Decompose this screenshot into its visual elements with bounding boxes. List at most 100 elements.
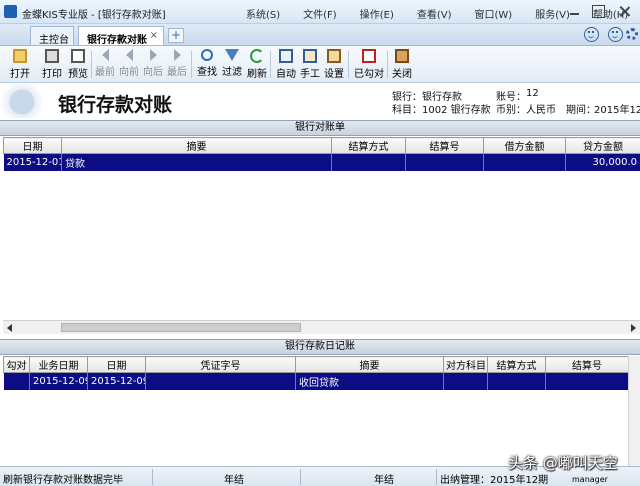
status-period: 出纳管理：2015年12期 — [440, 475, 549, 486]
settings-icon — [327, 49, 341, 63]
settings-button[interactable]: 设置 — [322, 48, 346, 81]
bank-journal-vertical-scrollbar[interactable] — [628, 356, 640, 466]
table-cell[interactable]: 2015-12-01 — [3, 153, 62, 171]
table-cell[interactable] — [3, 372, 30, 390]
preview-button[interactable]: 预览 — [66, 48, 90, 81]
tab-console[interactable]: 主控台 — [30, 26, 74, 46]
table-row[interactable]: 2015-12-01 贷款 30,000.0 — [3, 153, 640, 171]
table-cell[interactable] — [545, 372, 629, 390]
exit-door-icon — [395, 49, 409, 63]
toolbar: 打开 打印 预览 最前 向前 向后 最后 查找 过滤 刷新 自动 手工 设置 已… — [0, 46, 640, 83]
column-header[interactable]: 日期 — [87, 356, 146, 373]
column-header[interactable]: 摘要 — [295, 356, 444, 373]
close-button[interactable]: 关闭 — [390, 48, 414, 81]
column-header[interactable]: 结算方式 — [331, 137, 406, 154]
column-header[interactable]: 业务日期 — [29, 356, 88, 373]
first-icon — [101, 49, 109, 61]
gear-icon[interactable] — [626, 28, 638, 40]
page-title: 银行存款对账 — [58, 94, 173, 116]
manual-button[interactable]: 手工 — [298, 48, 322, 81]
currency-value: 人民币 — [526, 105, 556, 116]
table-cell[interactable] — [145, 372, 296, 390]
column-header[interactable]: 凭证字号 — [145, 356, 296, 373]
bank-statement-panel-title: 银行对账单 — [0, 120, 640, 136]
open-button[interactable]: 打开 — [6, 48, 34, 81]
subject-label: 科目： — [392, 105, 422, 116]
maximize-icon[interactable] — [592, 5, 605, 18]
checked-list-icon — [362, 49, 376, 63]
table-cell[interactable] — [331, 153, 406, 171]
column-header[interactable]: 结算号 — [405, 137, 484, 154]
status-divider — [300, 469, 301, 485]
toolbar-divider — [348, 51, 349, 78]
currency-label: 币别： — [496, 105, 526, 116]
scroll-right-icon[interactable] — [631, 324, 636, 332]
menu-view[interactable]: 查看(V) — [417, 6, 452, 21]
find-button[interactable]: 查找 — [195, 48, 219, 81]
period-label: 期间： — [566, 105, 596, 116]
preview-icon — [71, 49, 85, 63]
watermark: 头条 @嘟叫天空 — [508, 454, 618, 472]
table-cell[interactable] — [443, 372, 488, 390]
table-cell[interactable]: 30,000.0 — [565, 153, 640, 171]
tab-close-icon[interactable]: × — [150, 30, 158, 41]
close-icon[interactable] — [618, 5, 631, 18]
bank-statement-table: 日期 摘要 结算方式 结算号 借方金额 贷方金额 2015-12-01 贷款 3… — [3, 137, 640, 171]
status-year-end-2: 年结 — [374, 475, 394, 486]
table-cell[interactable]: 收回贷款 — [295, 372, 444, 390]
app-logo-icon — [4, 5, 17, 18]
table-cell[interactable]: 2015-12-09 — [29, 372, 88, 390]
bank-journal-panel-title: 银行存款日记账 — [0, 339, 640, 355]
status-year-end-1: 年结 — [224, 475, 244, 486]
scroll-left-icon[interactable] — [7, 324, 12, 332]
table-cell[interactable] — [487, 372, 546, 390]
tab-bar: 主控台 银行存款对账 × + — [0, 24, 640, 46]
status-user: manager — [572, 475, 608, 484]
table-cell[interactable] — [483, 153, 566, 171]
subject-value: 1002 银行存款 — [422, 105, 491, 116]
column-header[interactable]: 摘要 — [61, 137, 332, 154]
menu-operation[interactable]: 操作(E) — [360, 6, 394, 21]
menu-window[interactable]: 窗口(W) — [475, 6, 513, 21]
column-header[interactable]: 结算方式 — [487, 356, 546, 373]
next-button[interactable]: 向后 — [141, 48, 165, 81]
table-row[interactable]: 2015-12-09 2015-12-09 收回贷款 — [3, 372, 629, 390]
column-header[interactable]: 对方科目 — [443, 356, 488, 373]
bank-journal-table: 勾对 业务日期 日期 凭证字号 摘要 对方科目 结算方式 结算号 2015-12… — [3, 356, 629, 390]
column-header[interactable]: 借方金额 — [483, 137, 566, 154]
column-header[interactable]: 结算号 — [545, 356, 629, 373]
menu-service[interactable]: 服务(V) — [535, 6, 570, 21]
first-button[interactable]: 最前 — [93, 48, 117, 81]
print-button[interactable]: 打印 — [38, 48, 66, 81]
smiley-icon[interactable] — [608, 27, 623, 42]
window-title: 金蝶KIS专业版 - [银行存款对账] — [22, 10, 166, 21]
tab-bank-reconciliation[interactable]: 银行存款对账 × — [78, 26, 164, 46]
toolbar-divider — [191, 51, 192, 78]
auto-reconcile-icon — [279, 49, 293, 63]
previous-button[interactable]: 向前 — [117, 48, 141, 81]
minimize-icon[interactable] — [568, 5, 581, 18]
column-header[interactable]: 日期 — [3, 137, 62, 154]
column-header[interactable]: 贷方金额 — [565, 137, 640, 154]
table-cell[interactable]: 贷款 — [61, 153, 332, 171]
last-button[interactable]: 最后 — [165, 48, 189, 81]
table-cell[interactable] — [405, 153, 484, 171]
account-number-value: 12 — [526, 88, 539, 99]
auto-button[interactable]: 自动 — [274, 48, 298, 81]
bank-statement-horizontal-scrollbar[interactable] — [3, 320, 640, 334]
refresh-icon — [250, 49, 264, 63]
toolbar-divider — [387, 51, 388, 78]
checked-items-button[interactable]: 已勾对 — [352, 48, 386, 81]
filter-button[interactable]: 过滤 — [220, 48, 244, 81]
refresh-button[interactable]: 刷新 — [245, 48, 269, 81]
manual-reconcile-icon — [303, 49, 317, 63]
scrollbar-thumb[interactable] — [61, 323, 301, 332]
add-tab-button[interactable]: + — [168, 28, 184, 43]
table-cell[interactable]: 2015-12-09 — [87, 372, 146, 390]
menu-system[interactable]: 系统(S) — [246, 6, 280, 21]
filter-icon — [225, 49, 239, 61]
smiley-icon[interactable] — [584, 27, 599, 42]
next-icon — [149, 49, 157, 61]
column-header[interactable]: 勾对 — [3, 356, 30, 373]
menu-file[interactable]: 文件(F) — [303, 6, 337, 21]
